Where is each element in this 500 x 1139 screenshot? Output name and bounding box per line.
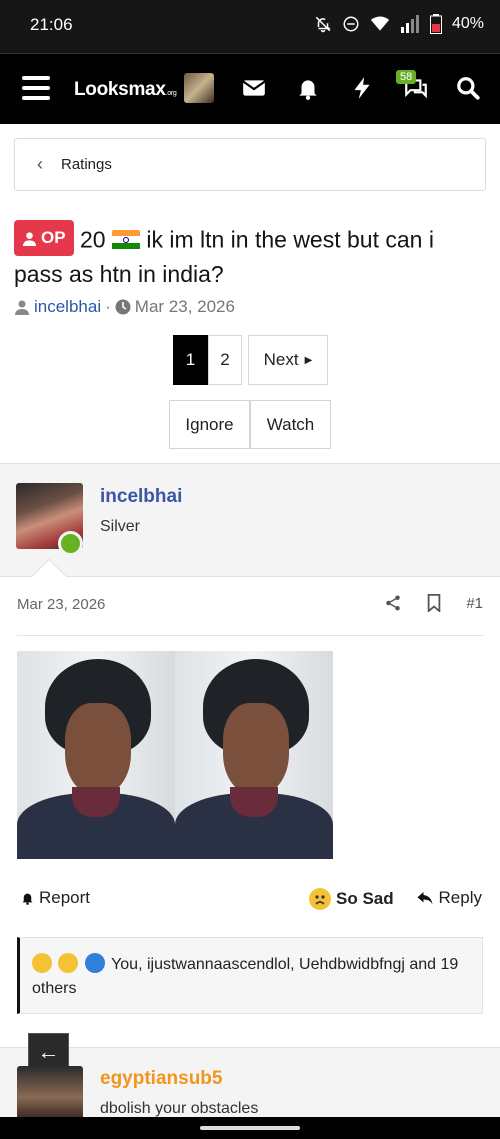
next-post-author-name[interactable]: egyptiansub5 <box>100 1068 222 1090</box>
next-page-button[interactable]: Next ▶ <box>248 335 328 385</box>
reactions-summary[interactable]: You, ijustwannaascendlol, Uehdbwidbfngj … <box>17 937 483 1014</box>
report-label: Report <box>39 888 91 907</box>
system-navigation-bar <box>0 1117 500 1139</box>
online-indicator <box>58 531 83 556</box>
ignore-button[interactable]: Ignore <box>169 400 250 449</box>
thread-title-text: ik im ltn in the west but can i pass as … <box>14 226 434 287</box>
menu-icon[interactable] <box>22 76 50 100</box>
post-image-2[interactable] <box>175 651 333 859</box>
thread-author-link[interactable]: incelbhai <box>34 297 101 317</box>
india-flag-icon <box>111 229 140 250</box>
op-badge: OP <box>14 220 74 256</box>
thread-title: OP 20 ik im ltn in the west but can i pa… <box>14 220 486 291</box>
thread-date[interactable]: Mar 23, 2026 <box>135 297 235 317</box>
op-badge-label: OP <box>41 228 66 247</box>
next-page-label: Next <box>263 350 299 369</box>
chevron-left-icon: ‹ <box>37 154 43 174</box>
reaction-button[interactable]: So Sad <box>309 888 394 910</box>
bell-off-icon <box>315 16 331 33</box>
bookmark-icon[interactable] <box>426 594 442 612</box>
caret-right-icon: ▶ <box>304 354 313 366</box>
post-author-panel: incelbhai Silver <box>0 463 500 577</box>
crying-laughing-emoji-icon <box>32 953 52 973</box>
search-icon[interactable] <box>455 75 481 101</box>
mail-icon[interactable] <box>241 75 267 101</box>
avatar[interactable] <box>17 1066 83 1118</box>
thread-actions: Ignore Watch <box>169 400 331 449</box>
reply-button[interactable]: Reply <box>416 888 482 908</box>
bell-icon[interactable] <box>295 75 321 101</box>
post-tools: #1 <box>384 594 483 612</box>
wifi-icon <box>370 16 390 31</box>
home-gesture-handle[interactable] <box>200 1126 300 1130</box>
watch-button[interactable]: Watch <box>250 400 331 449</box>
signal-icon <box>400 15 419 33</box>
status-bar: 21:06 40% <box>0 0 500 53</box>
post-author-name[interactable]: incelbhai <box>100 486 182 508</box>
thumbs-up-icon <box>84 953 105 973</box>
logo-suffix: .org <box>165 90 177 97</box>
post-number[interactable]: #1 <box>466 595 483 612</box>
sad-emoji-icon <box>58 953 79 973</box>
post-header: Mar 23, 2026 #1 <box>17 594 483 636</box>
user-icon <box>15 300 29 315</box>
meta-separator: · <box>105 297 111 316</box>
conversations-badge: 58 <box>396 70 417 84</box>
clock-icon <box>115 299 131 315</box>
reply-label: Reply <box>438 888 482 907</box>
user-icon <box>22 231 37 246</box>
post-author-rank: Silver <box>100 518 141 535</box>
battery-percent: 40% <box>451 15 484 32</box>
breadcrumb-label: Ratings <box>61 156 112 173</box>
page-2-button[interactable]: 2 <box>208 335 242 385</box>
site-logo[interactable]: Looksmax.org <box>74 79 177 101</box>
breadcrumb[interactable]: ‹ Ratings <box>14 138 486 191</box>
logo-text: Looksmax <box>74 79 166 100</box>
post-image-1[interactable] <box>17 651 175 859</box>
user-avatar[interactable] <box>184 73 214 103</box>
do-not-disturb-icon <box>343 16 359 32</box>
share-icon[interactable] <box>384 594 402 612</box>
next-post-author-title: dbolish your obstacles <box>100 1100 259 1117</box>
battery-icon <box>429 14 442 34</box>
report-button[interactable]: Report <box>20 888 90 908</box>
sad-emoji-icon <box>309 888 331 910</box>
bolt-icon[interactable] <box>349 75 375 101</box>
post-footer: Report So Sad Reply <box>20 888 482 918</box>
status-icons: 40% <box>314 14 484 34</box>
post-date[interactable]: Mar 23, 2026 <box>17 596 105 613</box>
page-1-button[interactable]: 1 <box>173 335 208 385</box>
thread-meta: incelbhai · Mar 23, 2026 <box>14 297 235 317</box>
pagination: 1 2 Next ▶ <box>173 335 328 385</box>
status-time: 21:06 <box>30 15 73 34</box>
thread-age: 20 <box>79 226 106 253</box>
top-navigation: Looksmax.org 58 <box>0 53 500 124</box>
bell-icon <box>22 893 33 905</box>
reaction-label: So Sad <box>336 889 394 908</box>
reply-icon <box>417 892 433 905</box>
